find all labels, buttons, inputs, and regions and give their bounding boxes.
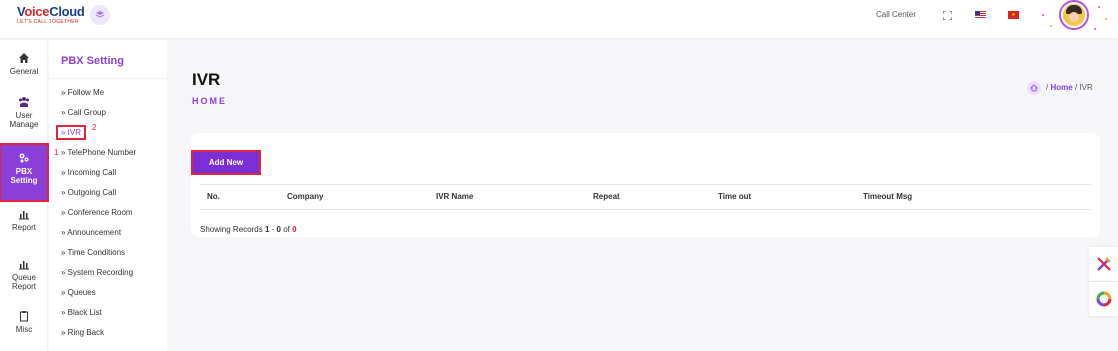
home-icon	[19, 53, 29, 63]
pbx-submenu: PBX Setting » Follow Me » Call Group » I…	[49, 40, 167, 351]
column-header-no: No.	[207, 192, 220, 201]
decor-dot	[1042, 14, 1044, 16]
submenu-title: PBX Setting	[61, 55, 124, 67]
icon-rail: General User Manage PBX Setting Report Q…	[0, 40, 49, 351]
us-flag-icon[interactable]	[975, 11, 986, 19]
table-divider-top	[200, 184, 1091, 185]
bar-chart-icon	[19, 261, 29, 270]
decor-dot	[1098, 6, 1100, 8]
step-annotation-2: 2	[92, 123, 97, 132]
submenu-item-outgoing-call[interactable]: » Outgoing Call	[61, 188, 116, 197]
breadcrumb-home-link[interactable]: Home	[1050, 83, 1072, 92]
breadcrumb: / Home / IVR	[1046, 83, 1093, 92]
submenu-divider	[49, 78, 167, 79]
tools-icon	[1096, 257, 1111, 271]
submenu-item-incoming-call[interactable]: » Incoming Call	[61, 168, 116, 177]
spinner-icon	[1096, 291, 1111, 307]
submenu-item-announcement[interactable]: » Announcement	[61, 228, 121, 237]
submenu-item-conference-room[interactable]: » Conference Room	[61, 208, 133, 217]
logo-tagline: LET'S CALL TOGETHER	[17, 19, 79, 25]
clipboard-icon	[20, 311, 28, 322]
step-annotation-1: 1	[54, 148, 59, 157]
ivr-card	[191, 133, 1100, 237]
page-title: IVR	[192, 70, 221, 89]
stack-icon	[95, 11, 105, 18]
user-avatar[interactable]	[1059, 0, 1089, 30]
column-header-repeat: Repeat	[593, 192, 620, 201]
records-summary: Showing Records 1 - 0 of 0	[200, 225, 297, 234]
voicecloud-logo[interactable]: VoiceCloud LET'S CALL TOGETHER	[17, 4, 85, 27]
submenu-item-ivr[interactable]: » IVR	[55, 125, 87, 140]
vietnam-flag-icon[interactable]: ★	[1008, 11, 1019, 19]
column-header-company: Company	[287, 192, 324, 201]
bar-chart-icon	[19, 211, 29, 220]
submenu-item-system-recording[interactable]: » System Recording	[61, 268, 133, 277]
rail-item-general[interactable]: General	[0, 52, 48, 76]
column-header-timeout-msg: Timeout Msg	[863, 192, 913, 201]
submenu-item-follow-me[interactable]: » Follow Me	[61, 88, 104, 97]
rail-item-pbx-setting[interactable]: PBX Setting	[0, 143, 49, 202]
settings-icon	[19, 153, 29, 163]
submenu-item-black-list[interactable]: » Black List	[61, 308, 102, 317]
menu-toggle-button[interactable]	[90, 5, 110, 25]
users-icon	[19, 97, 29, 107]
submenu-item-time-conditions[interactable]: » Time Conditions	[61, 248, 125, 257]
rail-item-report[interactable]: Report	[0, 208, 48, 232]
column-header-ivr-name: IVR Name	[436, 192, 474, 201]
call-center-link[interactable]: Call Center	[876, 10, 916, 19]
decor-dot	[1050, 25, 1052, 27]
rail-item-queue-report[interactable]: Queue Report	[0, 258, 48, 291]
logo-word-cloud: Cloud	[49, 4, 85, 19]
add-new-button[interactable]: Add New	[191, 150, 261, 175]
breadcrumb-current: IVR	[1079, 83, 1093, 92]
logo-word-oice: oice	[24, 4, 50, 19]
rail-item-user-manage[interactable]: User Manage	[0, 96, 48, 129]
table-divider-bottom	[200, 209, 1091, 210]
column-header-time-out: Time out	[718, 192, 752, 201]
submenu-item-ring-back[interactable]: » Ring Back	[61, 328, 104, 337]
decor-dot	[1094, 28, 1096, 30]
tools-floating-button[interactable]	[1089, 247, 1118, 281]
submenu-item-call-group[interactable]: » Call Group	[61, 108, 106, 117]
loader-floating-button[interactable]	[1089, 282, 1118, 316]
decor-dot	[1105, 18, 1107, 20]
page-subtitle: HOME	[192, 96, 227, 106]
avatar-image	[1063, 4, 1085, 26]
submenu-item-queues[interactable]: » Queues	[61, 288, 96, 297]
rail-item-misc[interactable]: Misc	[0, 310, 48, 334]
top-header: VoiceCloud LET'S CALL TOGETHER Call Cent…	[0, 0, 1118, 38]
home-icon	[1030, 84, 1038, 92]
fullscreen-icon[interactable]	[943, 11, 952, 20]
submenu-item-telephone-number[interactable]: » TelePhone Number	[61, 148, 136, 157]
breadcrumb-home-icon[interactable]	[1027, 81, 1041, 95]
